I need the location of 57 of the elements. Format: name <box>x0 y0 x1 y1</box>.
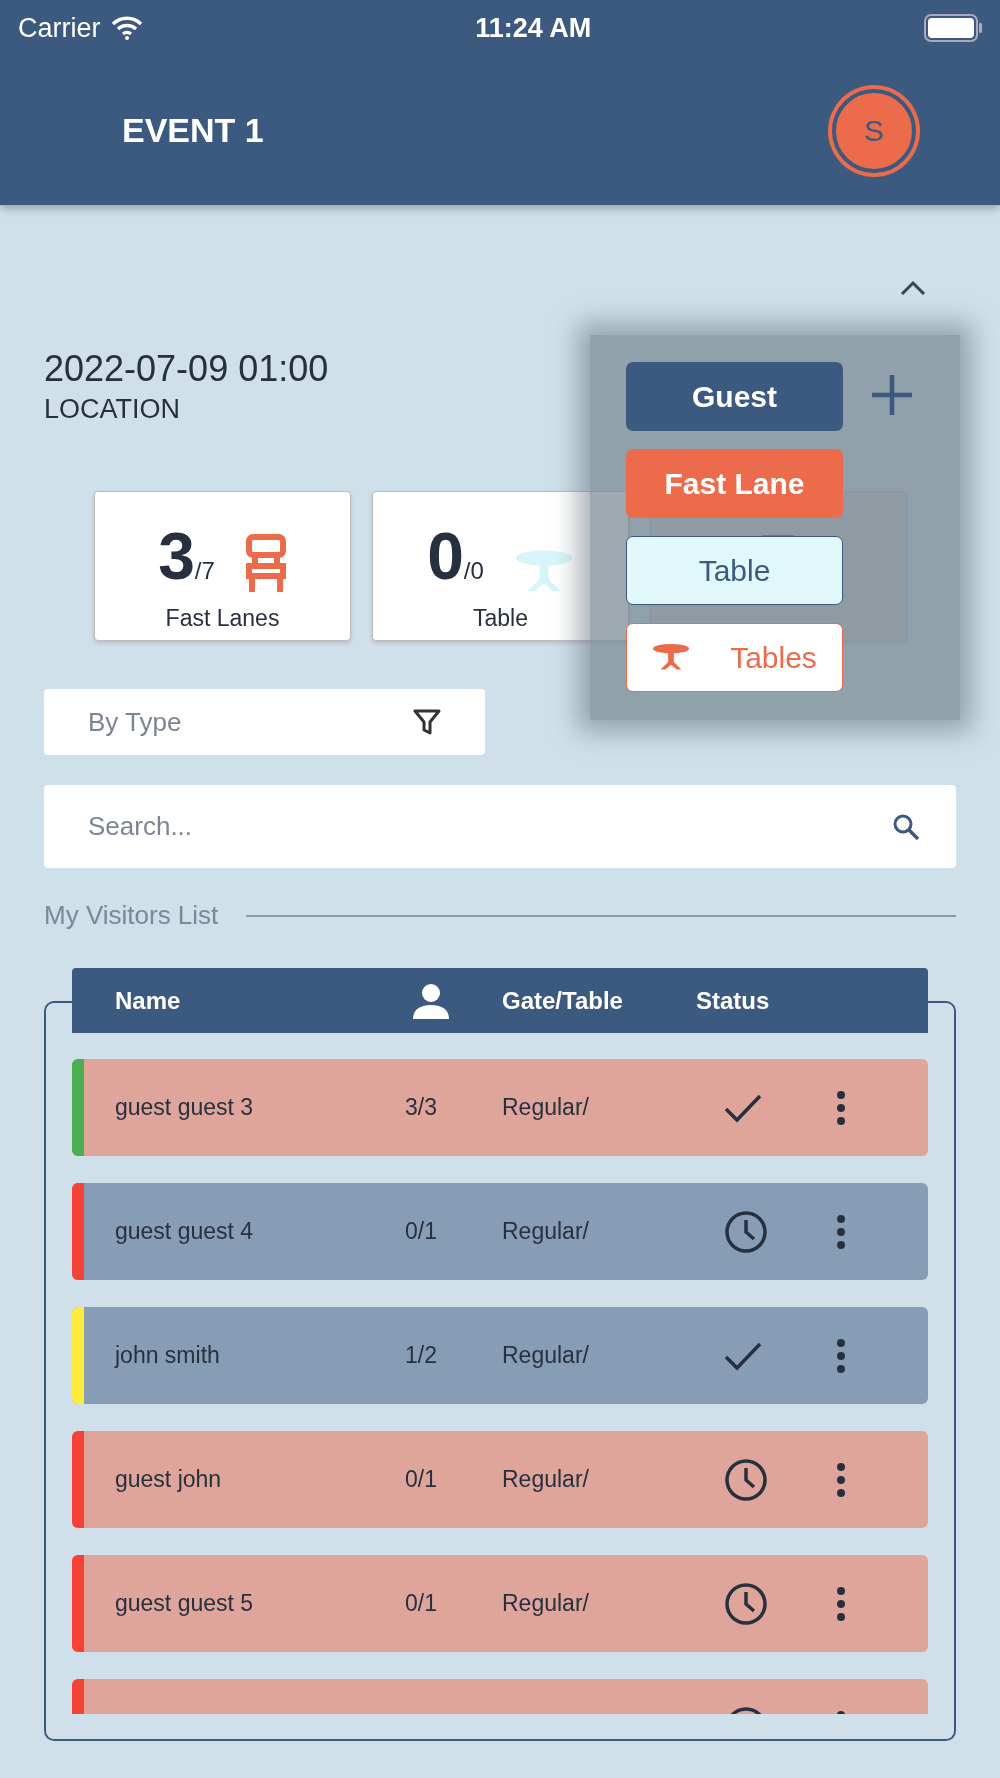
column-header: Status <box>696 986 771 1015</box>
visitor-name: guest guest 3 <box>115 1094 255 1121</box>
carrier-label: Carrier <box>18 12 101 44</box>
menu-button[interactable]: Fast Lane <box>626 449 843 518</box>
table-icon <box>652 643 691 672</box>
more-icon[interactable] <box>836 1337 846 1374</box>
gate-value: Regular/ <box>502 1466 590 1493</box>
filter-icon <box>413 708 441 736</box>
visitor-name: guest guest 5 <box>115 1590 255 1617</box>
stat-value: 0/0 <box>427 518 484 594</box>
wifi-icon <box>110 16 143 40</box>
menu-button[interactable]: Guest <box>626 362 843 431</box>
visitor-row[interactable]: guest john 0/1 Regular/ <box>72 1431 928 1528</box>
table-icon <box>513 549 574 594</box>
guest-count: 3/3 <box>405 1094 438 1121</box>
stat-value: 3/7 <box>158 518 215 594</box>
search-icon <box>892 812 920 841</box>
gate-value: Regular/ <box>502 1094 590 1121</box>
battery-icon <box>924 14 982 42</box>
gate-value: Regular/ <box>502 1342 590 1369</box>
menu-button[interactable]: Table <box>626 536 843 605</box>
guest-count: 0/1 <box>405 1218 438 1245</box>
column-header: Gate/Table <box>502 986 624 1015</box>
event-location: LOCATION <box>44 394 180 425</box>
more-icon[interactable] <box>836 1461 846 1498</box>
visitor-row[interactable]: guest guest 3 3/3 Regular/ <box>72 1059 928 1156</box>
menu-button[interactable]: Tables <box>626 623 843 692</box>
stat-label: Fast Lanes <box>165 605 280 632</box>
more-icon[interactable] <box>836 1585 846 1622</box>
column-header: Name <box>115 986 182 1015</box>
clock-time: 11:24 AM <box>475 12 592 44</box>
clock-icon <box>724 1581 768 1626</box>
clock-icon <box>724 1209 768 1254</box>
event-title: EVENT 1 <box>122 111 264 150</box>
event-datetime: 2022-07-09 01:00 <box>44 348 329 390</box>
visitor-row[interactable]: john smith 1/2 Regular/ <box>72 1307 928 1404</box>
guest-count: 0/1 <box>405 1466 438 1493</box>
gate-value: Regular/ <box>502 1218 590 1245</box>
visitor-name: guest john <box>115 1466 223 1493</box>
section-title: My Visitors List <box>44 900 219 931</box>
guest-count: 1/2 <box>405 1342 438 1369</box>
visitor-row[interactable]: guest guest 4 0/1 Regular/ <box>72 1183 928 1280</box>
visitor-row[interactable]: guest guest 5 0/1 Regular/ <box>72 1555 928 1652</box>
visitor-name: john smith <box>115 1342 221 1369</box>
guest-count: 0/1 <box>405 1590 438 1617</box>
gate-value: Regular/ <box>502 1590 590 1617</box>
person-icon <box>412 982 450 1019</box>
more-icon[interactable] <box>836 1089 846 1126</box>
check-icon <box>724 1092 762 1123</box>
clock-icon <box>724 1457 768 1502</box>
more-icon[interactable] <box>836 1213 846 1250</box>
check-icon <box>724 1340 762 1371</box>
type-filter[interactable]: By Type <box>44 689 485 755</box>
visitor-name: guest guest 4 <box>115 1218 255 1245</box>
search-field[interactable]: Search... <box>44 785 956 868</box>
stat-label: Table <box>473 605 528 632</box>
chevron-up-icon[interactable] <box>900 280 926 296</box>
